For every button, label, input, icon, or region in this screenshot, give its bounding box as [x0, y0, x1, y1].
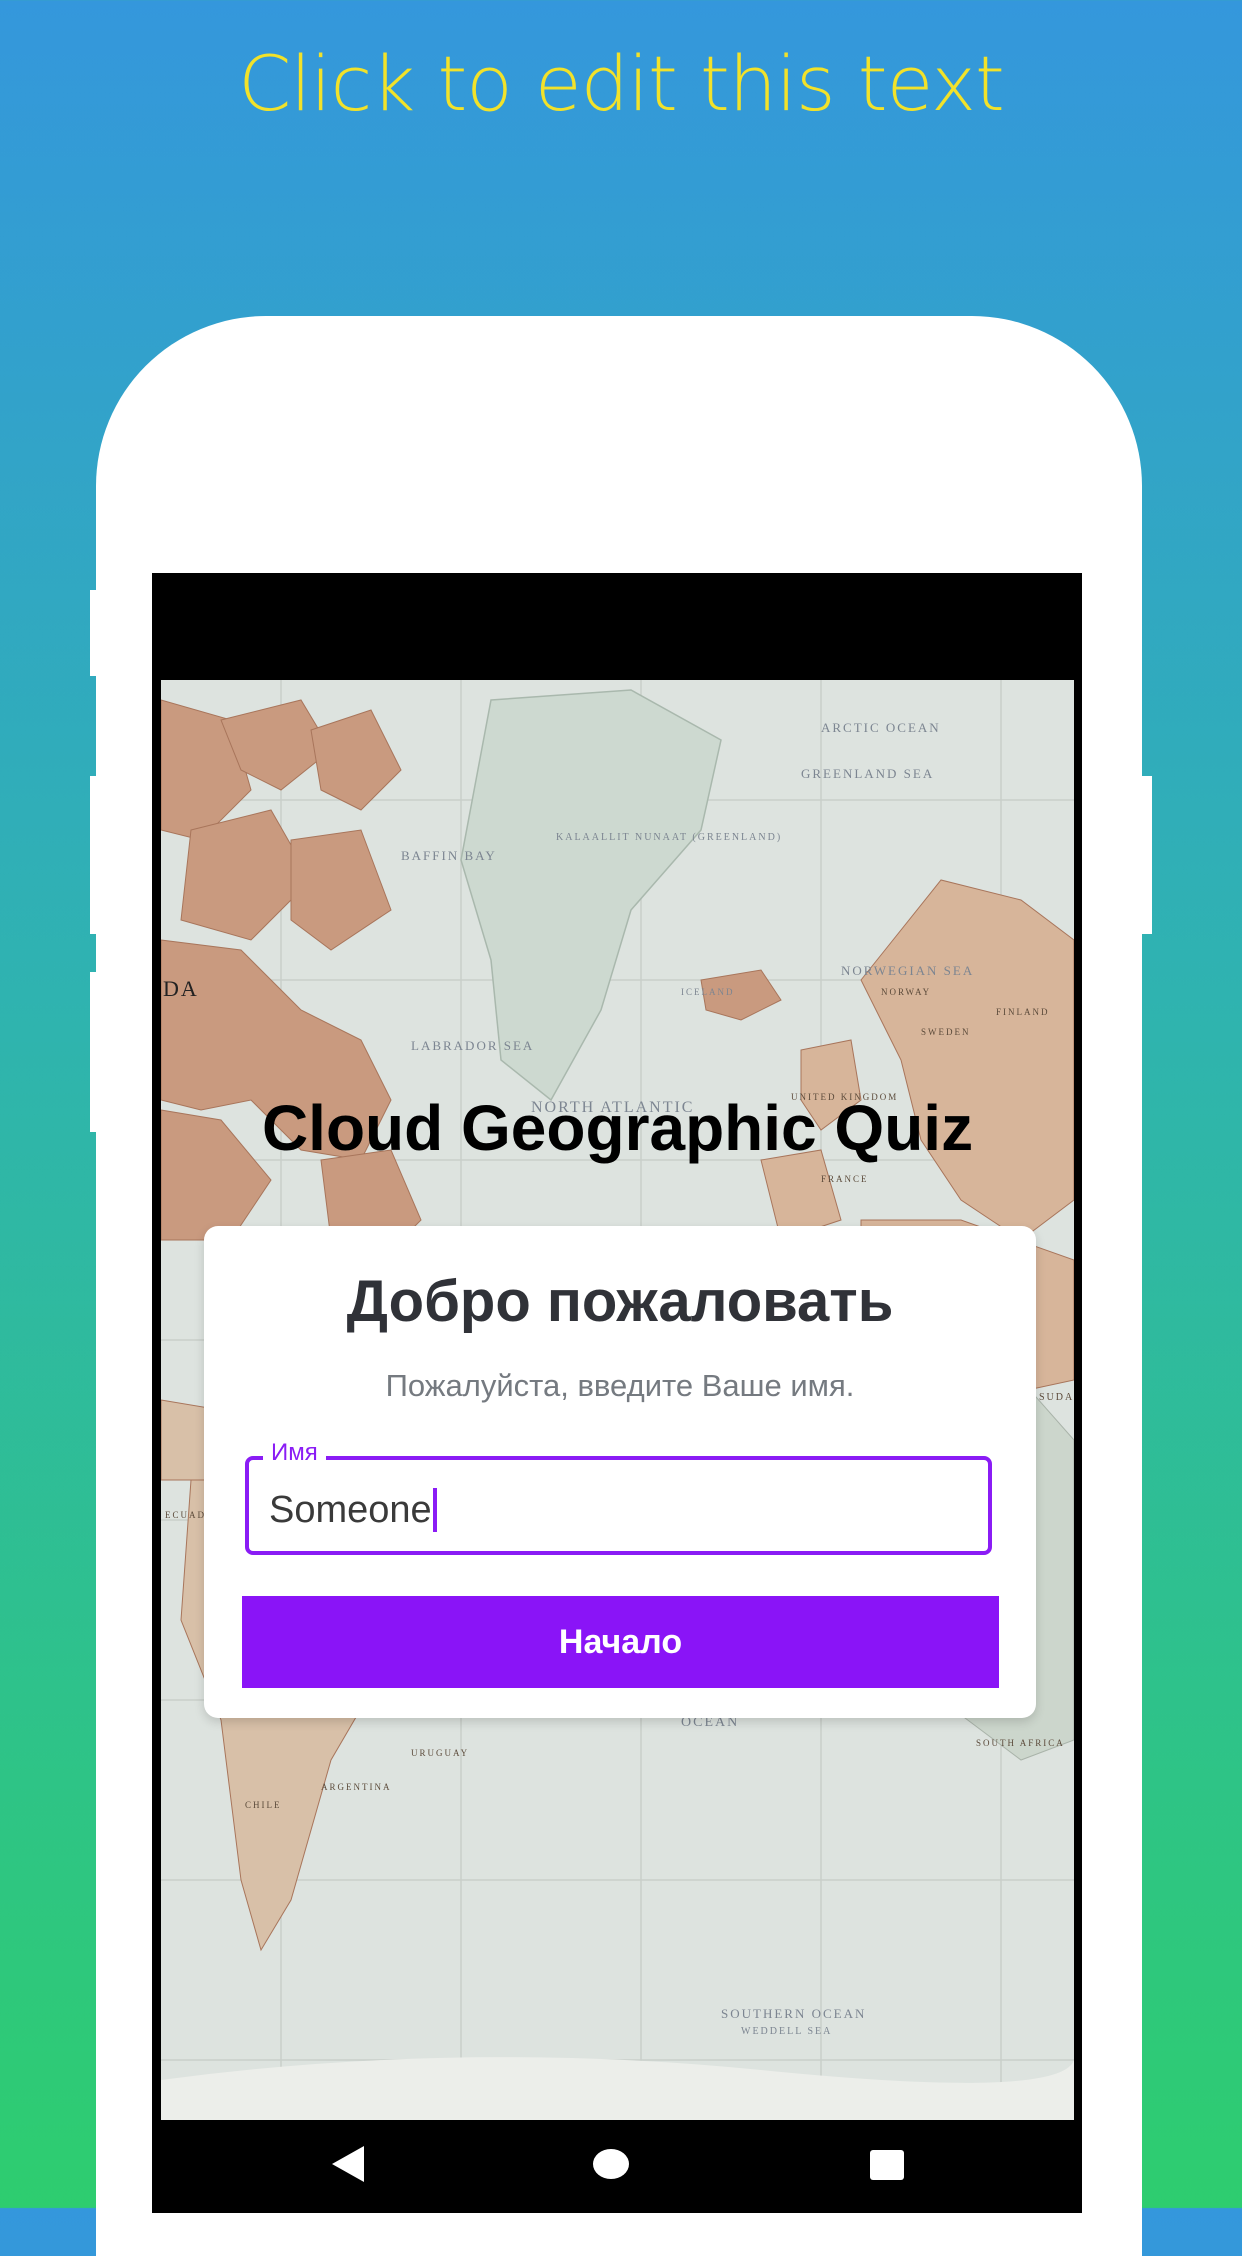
map-label: SOUTH AFRICA — [976, 1738, 1065, 1748]
home-circle-icon[interactable] — [592, 2144, 630, 2189]
welcome-heading: Добро пожаловать — [346, 1269, 894, 1334]
promo-headline[interactable]: Click to edit this text — [0, 34, 1242, 134]
map-label: NORWAY — [881, 987, 931, 997]
map-label: CHILE — [245, 1800, 282, 1810]
map-label: SWEDEN — [921, 1027, 971, 1037]
map-label: URUGUAY — [411, 1748, 469, 1758]
phone-side-button — [90, 972, 104, 1132]
phone-side-button — [90, 590, 104, 676]
map-label: KALAALLIT NUNAAT (GREENLAND) — [556, 832, 782, 843]
map-label: ARCTIC OCEAN — [821, 720, 941, 735]
map-label: FINLAND — [996, 1007, 1050, 1017]
welcome-subtitle: Пожалуйста, введите Ваше имя. — [385, 1368, 855, 1403]
name-field-label: Имя — [263, 1438, 326, 1468]
name-field[interactable]: Имя Someone — [245, 1438, 992, 1555]
map-label: DA — [163, 976, 199, 1001]
map-label: WEDDELL SEA — [741, 2026, 832, 2037]
map-label: GREENLAND SEA — [801, 766, 934, 781]
text-caret — [432, 1488, 437, 1532]
phone-side-button — [90, 776, 104, 934]
phone-side-button — [1138, 776, 1152, 934]
welcome-card: Добро пожаловать Пожалуйста, введите Ваш… — [204, 1226, 1036, 1718]
back-triangle-icon[interactable] — [330, 2144, 366, 2189]
start-button[interactable]: Начало — [242, 1596, 999, 1688]
map-label: SUDA — [1039, 1392, 1074, 1403]
map-label: LABRADOR SEA — [411, 1038, 534, 1053]
app-title: Cloud Geographic Quiz — [261, 1092, 974, 1164]
recent-square-icon[interactable] — [869, 2144, 905, 2189]
map-label: ARGENTINA — [321, 1782, 392, 1792]
android-nav-bar — [152, 2120, 1082, 2208]
map-label: BAFFIN BAY — [401, 848, 497, 863]
map-label: SOUTHERN OCEAN — [721, 2006, 866, 2021]
name-input[interactable]: Someone — [269, 1488, 437, 1532]
map-label: NORWEGIAN SEA — [841, 963, 974, 978]
map-label: ICELAND — [681, 987, 735, 997]
map-label: FRANCE — [821, 1174, 869, 1184]
name-input-value: Someone — [269, 1489, 432, 1531]
